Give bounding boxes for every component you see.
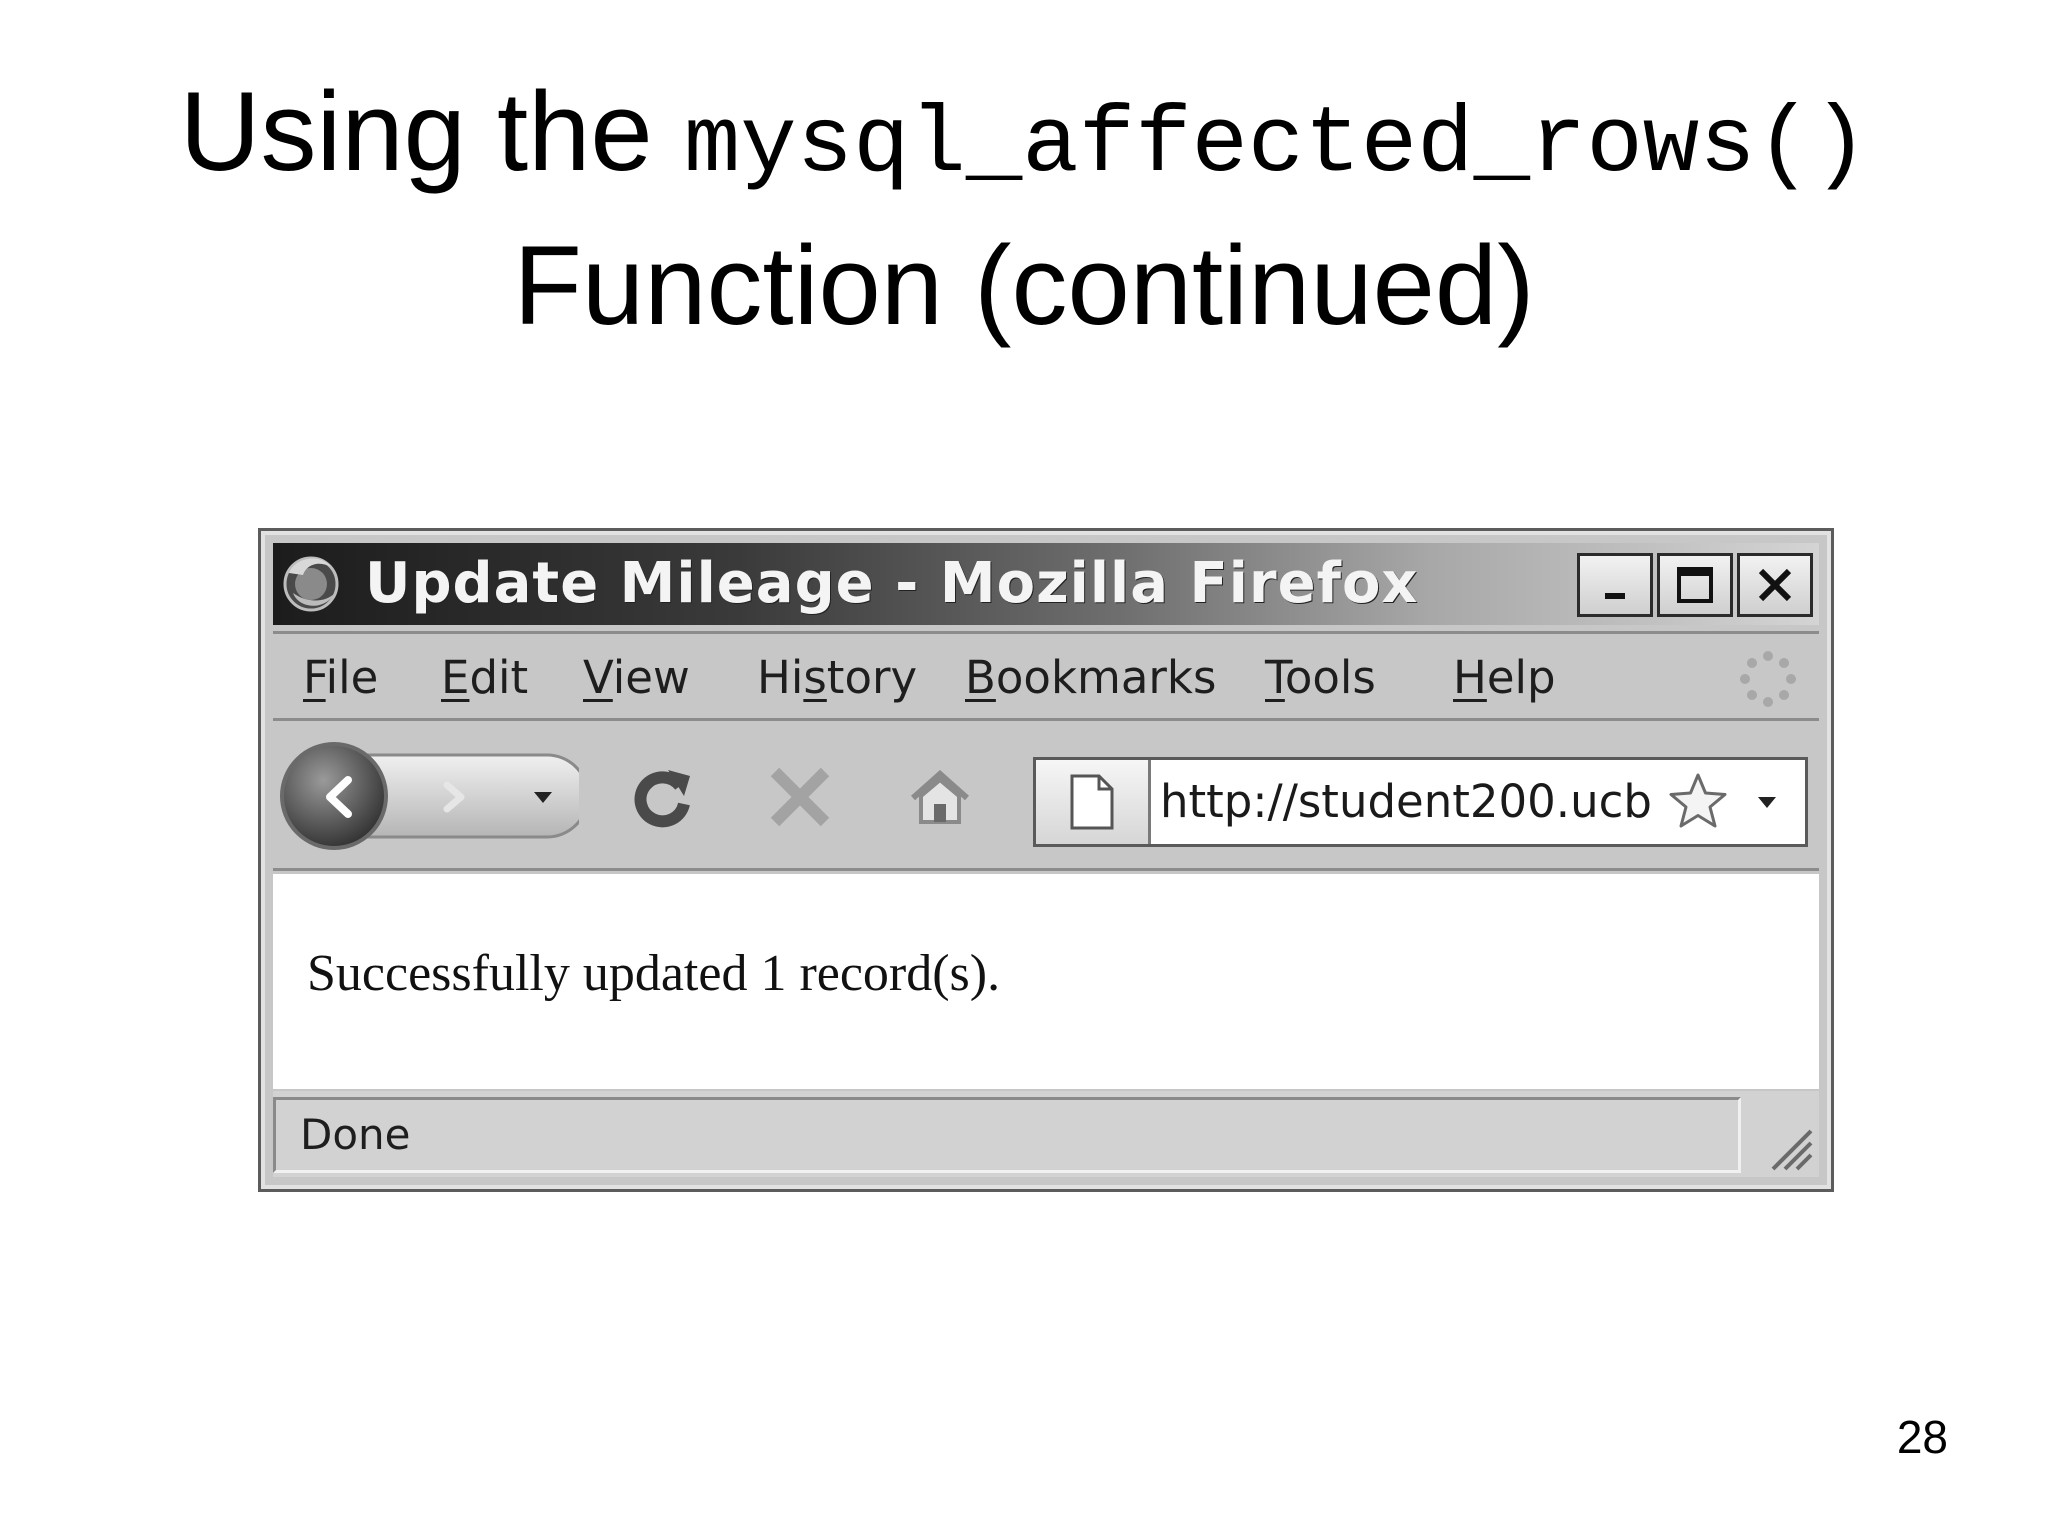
star-icon[interactable] <box>1666 770 1730 834</box>
page-icon <box>1070 774 1114 830</box>
stop-icon <box>770 767 830 827</box>
forward-button[interactable] <box>423 767 483 827</box>
navigation-toolbar <box>273 721 1819 871</box>
menu-tools[interactable]: Tools <box>1265 652 1376 704</box>
menu-history[interactable]: History <box>757 652 917 704</box>
forward-arrow-icon <box>443 781 465 813</box>
close-icon <box>1758 568 1792 602</box>
menu-view[interactable]: View <box>583 652 690 704</box>
maximize-button[interactable] <box>1657 553 1733 617</box>
address-bar <box>1033 757 1808 847</box>
minimize-icon <box>1605 593 1625 599</box>
menu-bar: File Edit View History Bookmarks Tools H… <box>273 631 1819 721</box>
reload-button[interactable] <box>618 757 708 837</box>
home-button[interactable] <box>895 757 985 837</box>
status-panel: Done <box>273 1097 1741 1173</box>
stop-button[interactable] <box>755 757 845 837</box>
firefox-logo-icon <box>283 556 339 612</box>
back-button[interactable] <box>301 757 381 837</box>
slide-title-prefix: Using the <box>179 69 653 194</box>
maximize-icon <box>1677 567 1713 603</box>
result-message: Successfully updated 1 record(s). <box>307 945 1001 1002</box>
resize-grip-icon[interactable] <box>1759 1117 1815 1173</box>
back-arrow-icon <box>326 776 352 818</box>
status-bar: Done <box>273 1091 1819 1177</box>
title-bar[interactable]: Update Mileage - Mozilla Firefox <box>273 543 1819 625</box>
close-button[interactable] <box>1737 553 1813 617</box>
slide-title-line-2: Function (continued) <box>513 223 1535 348</box>
slide-title: Using the mysql_affected_rows() Function… <box>0 62 2048 356</box>
slide-title-code: mysql_affected_rows() <box>683 93 1869 199</box>
window-title: Update Mileage - Mozilla Firefox <box>365 551 1419 616</box>
menu-help[interactable]: Help <box>1453 652 1556 704</box>
url-input[interactable] <box>1160 768 1650 834</box>
browser-window: Update Mileage - Mozilla Firefox File Ed… <box>258 528 1834 1192</box>
menu-file[interactable]: File <box>303 652 378 704</box>
reload-icon <box>634 770 690 828</box>
window-controls <box>1577 553 1813 617</box>
menu-edit[interactable]: Edit <box>441 652 528 704</box>
site-identity-button[interactable] <box>1036 760 1151 844</box>
url-dropdown-icon[interactable] <box>1754 792 1780 812</box>
home-icon <box>911 769 969 824</box>
slide-title-line-1: Using the mysql_affected_rows() <box>0 62 2048 216</box>
status-text: Done <box>300 1110 411 1159</box>
menu-bookmarks[interactable]: Bookmarks <box>965 652 1216 704</box>
minimize-button[interactable] <box>1577 553 1653 617</box>
page-content: Successfully updated 1 record(s). <box>273 874 1819 1089</box>
slide-page-number: 28 <box>1896 1411 1948 1463</box>
loading-throbber-icon <box>1740 651 1796 707</box>
history-dropdown-button[interactable] <box>523 777 563 817</box>
history-dropdown-icon <box>534 792 552 803</box>
